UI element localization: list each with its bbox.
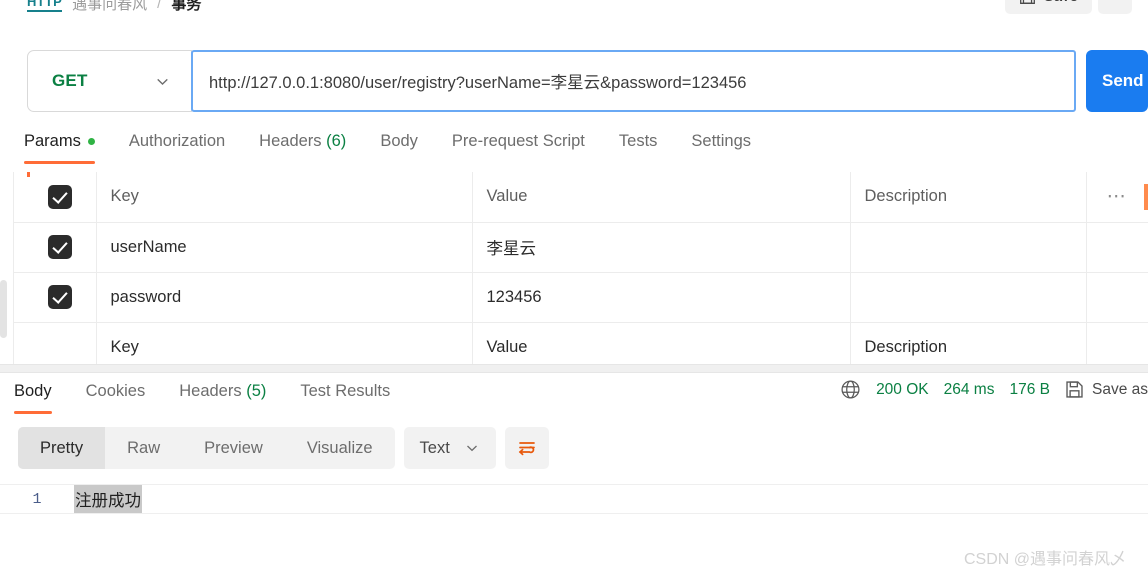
params-table-container: Key Value Description ⋯ userName 李星云 pas… bbox=[0, 172, 1148, 373]
response-tab-headers-count: (5) bbox=[246, 382, 267, 400]
request-tabs: Params Authorization Headers (6) Body Pr… bbox=[24, 128, 1148, 172]
tab-body[interactable]: Body bbox=[380, 128, 418, 164]
row-checkbox-password[interactable] bbox=[48, 285, 72, 309]
table-left-gutter bbox=[0, 172, 14, 364]
url-input[interactable]: http://127.0.0.1:8080/user/registry?user… bbox=[191, 50, 1076, 112]
tab-params-label: Params bbox=[24, 132, 81, 150]
view-mode-preview[interactable]: Preview bbox=[182, 427, 285, 469]
tab-pre-request-script-label: Pre-request Script bbox=[451, 132, 585, 150]
header-description: Description bbox=[850, 172, 1087, 223]
floppy-disk-icon bbox=[1065, 380, 1084, 399]
pane-splitter[interactable] bbox=[0, 364, 1148, 373]
breadcrumb-collection[interactable]: 遇事问春风 bbox=[72, 0, 147, 14]
http-method-select[interactable]: GET bbox=[27, 50, 192, 112]
chevron-down-icon bbox=[464, 440, 480, 456]
save-response-label: Save as bbox=[1091, 380, 1148, 398]
view-mode-visualize[interactable]: Visualize bbox=[285, 427, 395, 469]
save-options-button[interactable] bbox=[1098, 0, 1132, 14]
postman-request-window: HTTP 遇事问春风 / 事务 Save GE bbox=[0, 0, 1148, 583]
globe-icon[interactable] bbox=[840, 379, 861, 400]
row-key-password[interactable]: password bbox=[96, 272, 473, 323]
response-body-viewer: 1 注册成功 bbox=[0, 480, 1148, 545]
tab-settings[interactable]: Settings bbox=[691, 128, 751, 164]
header-key: Key bbox=[96, 172, 473, 223]
row-checkbox-cell bbox=[0, 222, 97, 273]
tab-tests-label: Tests bbox=[618, 132, 658, 150]
row-description-username[interactable] bbox=[850, 222, 1087, 273]
tab-pre-request-script[interactable]: Pre-request Script bbox=[452, 128, 585, 164]
breadcrumb-request-name[interactable]: 事务 bbox=[171, 0, 201, 14]
view-mode-raw[interactable]: Raw bbox=[105, 427, 182, 469]
table-right-accent bbox=[1144, 184, 1148, 210]
save-button-label: Save bbox=[1044, 0, 1078, 5]
breadcrumb-separator: / bbox=[157, 0, 162, 12]
row-value-username[interactable]: 李星云 bbox=[472, 222, 851, 273]
save-button[interactable]: Save bbox=[1004, 0, 1092, 14]
response-size: 176 B bbox=[1009, 380, 1050, 398]
response-tabs: Body Cookies Headers (5) Test Results bbox=[14, 373, 424, 414]
params-modified-dot bbox=[87, 138, 95, 146]
row-checkbox-cell bbox=[0, 272, 97, 323]
table-header-row: Key Value Description ⋯ bbox=[0, 172, 1148, 223]
response-format-select[interactable]: Text bbox=[403, 427, 496, 469]
tab-headers-count: (6) bbox=[326, 132, 347, 150]
floppy-disk-icon bbox=[1019, 0, 1036, 5]
breadcrumb: HTTP 遇事问春风 / 事务 bbox=[27, 0, 201, 16]
line-number: 1 bbox=[32, 490, 42, 508]
response-view-mode-group: Pretty Raw Preview Visualize bbox=[18, 427, 395, 469]
header-value: Value bbox=[472, 172, 851, 223]
tab-headers-label: Headers bbox=[259, 132, 322, 150]
row-menu-username bbox=[1086, 222, 1148, 273]
table-row[interactable]: password 123456 bbox=[0, 272, 1148, 323]
row-key-username[interactable]: userName bbox=[96, 222, 473, 273]
response-body-line[interactable]: 1 注册成功 bbox=[0, 484, 1148, 514]
ellipsis-icon[interactable]: ⋯ bbox=[1107, 186, 1128, 207]
response-tab-test-results-label: Test Results bbox=[300, 382, 391, 400]
tab-settings-label: Settings bbox=[691, 132, 752, 150]
select-all-checkbox[interactable] bbox=[48, 184, 72, 209]
save-button-group: Save bbox=[1004, 0, 1132, 14]
response-status-code: 200 OK bbox=[876, 380, 929, 398]
response-tab-headers-label: Headers bbox=[179, 382, 242, 400]
params-table: Key Value Description ⋯ userName 李星云 pas… bbox=[0, 172, 1148, 373]
tab-authorization[interactable]: Authorization bbox=[129, 128, 225, 164]
word-wrap-icon bbox=[516, 437, 538, 459]
send-button[interactable]: Send bbox=[1086, 50, 1148, 112]
row-value-password[interactable]: 123456 bbox=[472, 272, 851, 323]
http-method-label: GET bbox=[52, 71, 88, 90]
response-tab-headers[interactable]: Headers (5) bbox=[179, 378, 266, 414]
row-checkbox-username[interactable] bbox=[48, 235, 72, 259]
row-description-password[interactable] bbox=[850, 272, 1087, 323]
row-menu-password bbox=[1086, 272, 1148, 323]
response-time: 264 ms bbox=[943, 380, 995, 398]
header-menu-cell: ⋯ bbox=[1086, 172, 1148, 223]
tab-tests[interactable]: Tests bbox=[619, 128, 658, 164]
response-tab-test-results[interactable]: Test Results bbox=[300, 378, 390, 414]
response-tab-cookies[interactable]: Cookies bbox=[86, 378, 146, 414]
tab-headers[interactable]: Headers (6) bbox=[259, 128, 346, 164]
response-format-label: Text bbox=[419, 438, 450, 457]
table-row[interactable]: userName 李星云 bbox=[0, 222, 1148, 273]
tab-authorization-label: Authorization bbox=[128, 132, 226, 150]
view-mode-pretty[interactable]: Pretty bbox=[18, 427, 106, 469]
url-bar: GET http://127.0.0.1:8080/user/registry?… bbox=[27, 50, 1148, 112]
response-tab-body[interactable]: Body bbox=[14, 378, 52, 414]
tab-body-label: Body bbox=[380, 132, 418, 150]
response-bar: Body Cookies Headers (5) Test Results 20… bbox=[0, 373, 1148, 417]
vertical-scrollbar[interactable] bbox=[0, 280, 7, 338]
response-status-group: 200 OK 264 ms 176 B Save as bbox=[840, 379, 1148, 400]
active-tab-indicator bbox=[27, 172, 30, 177]
response-body-text[interactable]: 注册成功 bbox=[74, 485, 142, 513]
response-tab-body-label: Body bbox=[14, 382, 52, 400]
response-viewer-toolbar: Pretty Raw Preview Visualize Text bbox=[18, 427, 549, 469]
response-tab-cookies-label: Cookies bbox=[85, 382, 146, 400]
word-wrap-toggle[interactable] bbox=[504, 427, 549, 469]
save-response-button[interactable]: Save as bbox=[1065, 380, 1148, 399]
header-checkbox-cell bbox=[0, 172, 97, 223]
breadcrumb-protocol[interactable]: HTTP bbox=[27, 0, 63, 12]
tab-params[interactable]: Params bbox=[24, 128, 95, 164]
watermark: CSDN @遇事问春风乄 bbox=[963, 551, 1126, 568]
chevron-down-icon bbox=[1108, 0, 1123, 4]
chevron-down-icon bbox=[154, 73, 171, 90]
